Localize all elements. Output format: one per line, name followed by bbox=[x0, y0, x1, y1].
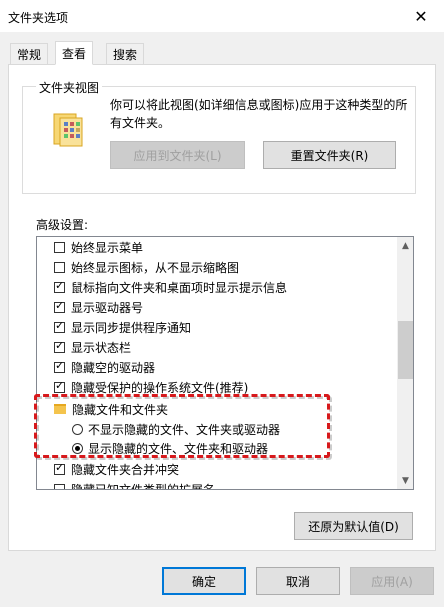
close-icon[interactable]: ✕ bbox=[398, 0, 444, 32]
checkbox[interactable] bbox=[54, 241, 65, 253]
checkbox[interactable] bbox=[54, 319, 65, 333]
list-item-label: 隐藏空的驱动器 bbox=[71, 360, 156, 375]
list-item[interactable]: 隐藏空的驱动器 bbox=[54, 357, 155, 377]
tab-view[interactable]: 查看 bbox=[55, 41, 94, 65]
list-item[interactable]: 显示状态栏 bbox=[54, 337, 131, 357]
scroll-up-icon[interactable]: ▲ bbox=[397, 237, 413, 254]
scrollbar-thumb[interactable] bbox=[398, 321, 413, 379]
list-item-label: 隐藏已知文件类型的扩展名 bbox=[71, 482, 216, 490]
ok-button[interactable]: 确定 bbox=[162, 567, 246, 595]
scroll-down-icon[interactable]: ▼ bbox=[397, 472, 413, 489]
list-item-label: 显示状态栏 bbox=[71, 340, 132, 355]
list-item[interactable]: 显示同步提供程序通知 bbox=[54, 317, 191, 337]
apply-button[interactable]: 应用(A) bbox=[350, 567, 434, 595]
reset-folders-button[interactable]: 重置文件夹(R) bbox=[263, 141, 396, 169]
advanced-settings-label: 高级设置: bbox=[36, 218, 89, 232]
list-item-label: 鼠标指向文件夹和桌面项时显示提示信息 bbox=[71, 280, 288, 295]
restore-defaults-button[interactable]: 还原为默认值(D) bbox=[294, 512, 413, 540]
checkbox[interactable] bbox=[54, 379, 65, 393]
checkbox[interactable] bbox=[54, 483, 65, 489]
list-item[interactable]: 隐藏已知文件类型的扩展名 bbox=[54, 479, 216, 490]
list-item[interactable]: 鼠标指向文件夹和桌面项时显示提示信息 bbox=[54, 277, 287, 297]
list-item-label: 显示同步提供程序通知 bbox=[71, 320, 192, 335]
checkbox[interactable] bbox=[54, 299, 65, 313]
list-item-label: 隐藏文件夹合并冲突 bbox=[71, 462, 180, 477]
cancel-button[interactable]: 取消 bbox=[256, 567, 340, 595]
list-item-label: 始终显示菜单 bbox=[71, 240, 144, 255]
list-item[interactable]: 隐藏文件夹合并冲突 bbox=[54, 459, 179, 479]
checkbox[interactable] bbox=[54, 279, 65, 293]
apply-to-folders-button[interactable]: 应用到文件夹(L) bbox=[110, 141, 245, 169]
list-item[interactable]: 始终显示菜单 bbox=[54, 237, 143, 257]
checkbox[interactable] bbox=[54, 461, 65, 475]
window-title: 文件夹选项 bbox=[8, 11, 69, 25]
tab-general[interactable]: 常规 bbox=[10, 43, 49, 65]
title-bar: 文件夹选项 ✕ bbox=[0, 0, 444, 32]
folder-views-icon bbox=[53, 113, 83, 147]
checkbox[interactable] bbox=[54, 359, 65, 373]
list-item-label: 始终显示图标，从不显示缩略图 bbox=[71, 260, 240, 275]
checkbox[interactable] bbox=[54, 339, 65, 353]
highlight-annotation bbox=[34, 394, 330, 458]
checkbox[interactable] bbox=[54, 261, 65, 273]
list-item[interactable]: 显示驱动器号 bbox=[54, 297, 143, 317]
list-item-label: 隐藏受保护的操作系统文件(推荐) bbox=[71, 380, 249, 395]
tab-search[interactable]: 搜索 bbox=[106, 43, 145, 65]
list-item[interactable]: 始终显示图标，从不显示缩略图 bbox=[54, 257, 239, 277]
vertical-scrollbar[interactable]: ▲ ▼ bbox=[397, 237, 413, 489]
list-item-label: 显示驱动器号 bbox=[71, 300, 144, 315]
folder-views-description: 你可以将此视图(如详细信息或图标)应用于这种类型的所有文件夹。 bbox=[110, 98, 408, 130]
folder-views-legend: 文件夹视图 bbox=[36, 79, 103, 96]
